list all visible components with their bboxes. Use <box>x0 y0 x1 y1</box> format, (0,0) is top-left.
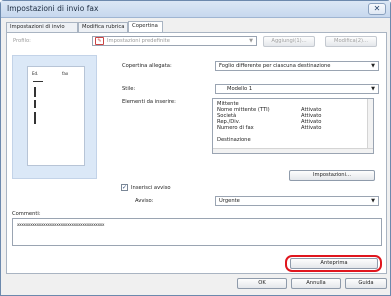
insert-notice-checkbox[interactable]: ✓ <box>121 184 128 191</box>
preview-page-marker: Ed. <box>32 71 39 76</box>
chevron-down-icon: ▼ <box>371 63 375 69</box>
profile-icon: ✎ <box>95 37 104 45</box>
chevron-down-icon: ▼ <box>371 198 375 204</box>
edit-profile-button[interactable]: Modifica(2)... <box>325 36 377 47</box>
comments-label: Commenti: <box>12 211 41 217</box>
add-profile-button[interactable]: Aggiungi(1)... <box>263 36 315 47</box>
cancel-button[interactable]: Annulla <box>291 278 341 289</box>
comments-field[interactable]: xxxxxxxxxxxxxxxxxxxxxxxxxxxxxxxxxxxxxxxx <box>12 218 382 246</box>
preview-line <box>34 100 36 108</box>
title-bar: Impostazioni di invio fax ✕ <box>1 1 390 18</box>
preview-page: Ed. fax <box>27 66 85 166</box>
cover-preview: Ed. fax <box>12 55 97 179</box>
cover-attached-select[interactable]: Foglio differente per ciascuna destinazi… <box>215 61 379 71</box>
preview-line <box>33 81 43 82</box>
style-label: Stile: <box>122 86 136 92</box>
notice-label: Avviso: <box>135 198 154 204</box>
horizontal-scrollbar[interactable] <box>213 148 373 153</box>
notice-select[interactable]: Urgente ▼ <box>215 196 379 206</box>
help-button[interactable]: Guida <box>345 278 387 289</box>
ok-button[interactable]: OK <box>237 278 287 289</box>
profile-select[interactable]: ✎ Impostazioni predefinite ▼ <box>92 36 257 46</box>
element-name: Destinazione <box>217 137 251 143</box>
list-item[interactable]: Destinazione <box>217 137 367 143</box>
vertical-scrollbar[interactable] <box>367 99 373 153</box>
insert-notice-label: Inserisci avviso <box>131 185 171 191</box>
fax-settings-dialog: Impostazioni di invio fax ✕ Impostazioni… <box>0 0 391 296</box>
cover-settings-button[interactable]: Impostazioni... <box>289 170 375 181</box>
cover-attached-value: Foglio differente per ciascuna destinazi… <box>219 63 331 69</box>
window-title: Impostazioni di invio fax <box>7 4 99 13</box>
elements-list[interactable]: Mittente Nome mittente (TTI) Attivato So… <box>212 98 374 154</box>
chevron-down-icon: ▼ <box>249 38 253 44</box>
profile-value: Impostazioni predefinite <box>107 38 170 44</box>
preview-fax-marker: fax <box>62 71 69 76</box>
style-value: Modello 1 <box>227 86 253 92</box>
cover-attached-label: Copertina allegata: <box>122 63 172 69</box>
notice-value: Urgente <box>219 198 240 204</box>
close-button[interactable]: ✕ <box>368 3 386 15</box>
style-select[interactable]: Modello 1 ▼ <box>215 84 379 94</box>
chevron-down-icon: ▼ <box>371 86 375 92</box>
elements-label: Elementi da inserire: <box>122 99 176 105</box>
preview-line <box>34 87 36 97</box>
profile-label: Profilo: <box>13 38 31 44</box>
preview-button[interactable]: Anteprima <box>290 258 378 269</box>
cover-sheet-panel: Profilo: ✎ Impostazioni predefinite ▼ Ag… <box>6 32 387 274</box>
preview-line <box>34 112 36 124</box>
